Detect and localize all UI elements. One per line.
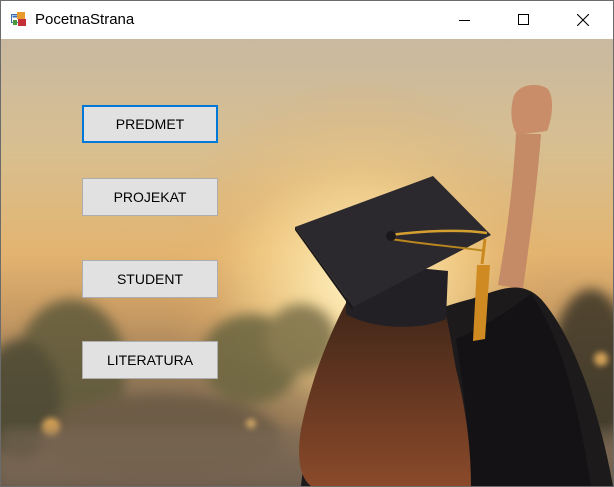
maximize-icon	[518, 14, 529, 25]
minimize-button[interactable]	[442, 1, 488, 39]
maximize-button[interactable]	[501, 1, 547, 39]
main-window: PocetnaStrana PREDMET PROJEKAT STUDENT L…	[0, 0, 614, 487]
title-bar[interactable]: PocetnaStrana	[1, 1, 613, 39]
close-button[interactable]	[560, 1, 606, 39]
predmet-button[interactable]: PREDMET	[82, 105, 218, 143]
app-icon	[11, 12, 26, 26]
form-client-area: PREDMET PROJEKAT STUDENT LITERATURA	[1, 39, 613, 486]
window-title: PocetnaStrana	[35, 11, 135, 28]
student-button[interactable]: STUDENT	[82, 260, 218, 298]
projekat-button[interactable]: PROJEKAT	[82, 178, 218, 216]
literatura-button[interactable]: LITERATURA	[82, 341, 218, 379]
minimize-icon	[459, 20, 470, 21]
close-icon	[577, 14, 589, 26]
